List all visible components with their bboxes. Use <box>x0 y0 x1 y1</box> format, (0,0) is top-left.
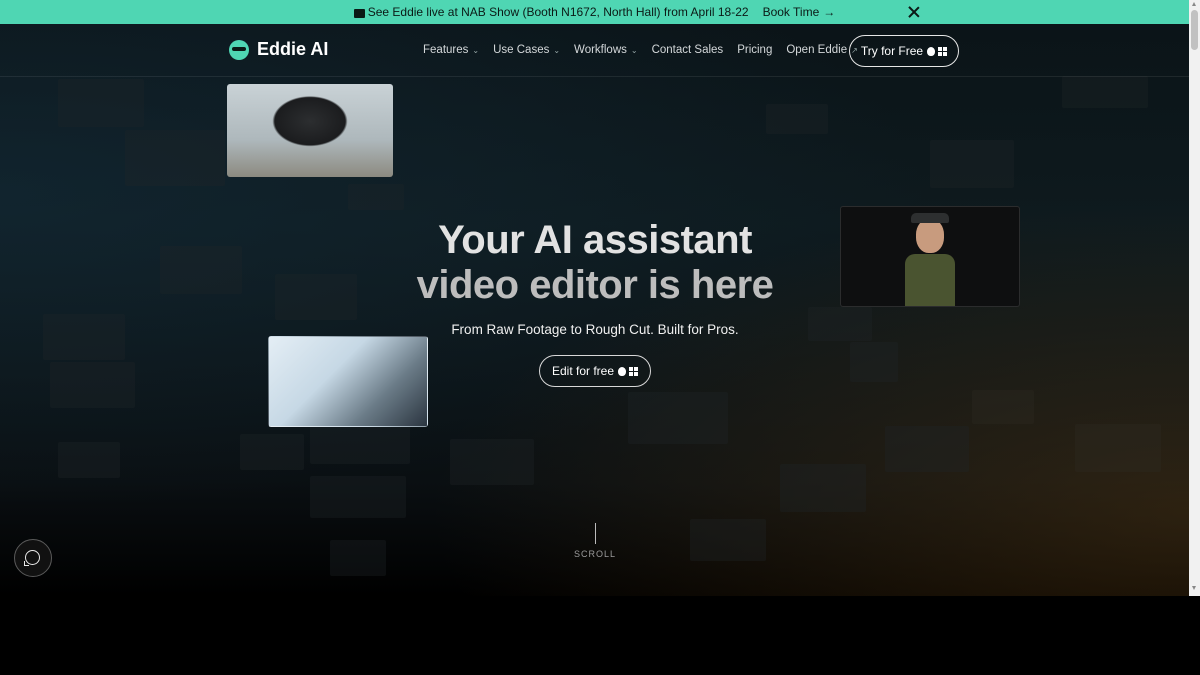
background-video-tile <box>58 79 144 127</box>
chat-button[interactable] <box>14 539 52 577</box>
nav-item-label: Open Eddie <box>786 44 848 56</box>
background-video-tile <box>780 464 866 512</box>
nav-item-use-cases[interactable]: Use Cases ⌄ <box>493 44 560 56</box>
background-video-tile <box>310 476 406 518</box>
hero-title-line-2: video editor is here <box>416 263 774 307</box>
chat-bubble-tail <box>24 561 29 566</box>
platform-icons <box>927 46 948 56</box>
top-navigation: Eddie AI Features ⌄ Use Cases ⌄ Workflow… <box>0 24 1189 77</box>
person-body <box>905 254 955 306</box>
book-time-label: Book Time <box>762 5 820 19</box>
nav-item-open-eddie[interactable]: Open Eddie ↗ <box>786 44 857 56</box>
try-for-free-button[interactable]: Try for Free <box>849 35 959 67</box>
background-video-tile <box>1062 76 1148 108</box>
clapperboard-icon <box>353 8 365 18</box>
background-video-tile <box>348 184 404 210</box>
background-video-tile <box>50 362 135 408</box>
brand-name: Eddie AI <box>257 39 329 59</box>
background-video-tile <box>240 434 304 470</box>
hero-subtitle: From Raw Footage to Rough Cut. Built for… <box>451 322 739 337</box>
scrollbar-thumb[interactable] <box>1191 10 1198 50</box>
chevron-down-icon: ⌄ <box>553 45 561 55</box>
background-video-tile <box>125 130 225 186</box>
background-video-tile <box>310 424 410 464</box>
hero-background <box>0 24 1189 596</box>
background-video-tile <box>930 140 1014 188</box>
scroll-down-arrow-icon[interactable] <box>1192 586 1196 590</box>
hero-title-line-1: Your AI assistant <box>438 218 752 262</box>
nav-item-features[interactable]: Features ⌄ <box>423 44 479 56</box>
background-video-tile <box>972 390 1034 424</box>
scroll-label: SCROLL <box>573 549 616 559</box>
background-video-tile <box>808 307 872 341</box>
person-hat <box>911 213 949 223</box>
try-for-free-label: Try for Free <box>860 44 924 58</box>
snow-video-thumbnail <box>268 336 428 427</box>
nav-item-label: Workflows <box>574 44 627 56</box>
close-icon[interactable] <box>907 5 921 19</box>
background-video-tile <box>690 519 766 561</box>
banner-text: See Eddie live at NAB Show (Booth N1672,… <box>367 5 749 19</box>
background-video-tile <box>885 426 969 472</box>
background-video-tile <box>628 392 728 444</box>
windows-icon <box>938 46 948 56</box>
nav-item-label: Use Cases <box>493 44 550 56</box>
chevron-down-icon: ⌄ <box>472 45 480 55</box>
windows-icon <box>629 366 639 376</box>
background-video-tile <box>850 342 898 382</box>
background-video-tile <box>43 314 125 360</box>
nav-links: Features ⌄ Use Cases ⌄ Workflows ⌄ Conta… <box>423 44 858 56</box>
brand-logo[interactable]: Eddie AI <box>229 39 328 60</box>
scroll-up-arrow-icon[interactable] <box>1192 2 1196 6</box>
eddie-logo-icon <box>229 39 249 60</box>
nav-item-workflows[interactable]: Workflows ⌄ <box>574 44 638 56</box>
nav-item-contact-sales[interactable]: Contact Sales <box>652 44 724 56</box>
scroll-indicator-line <box>595 523 596 544</box>
nav-item-label: Pricing <box>737 44 773 56</box>
person-head <box>916 219 944 253</box>
page-scrollbar[interactable] <box>1189 0 1200 596</box>
background-video-tile <box>58 442 120 478</box>
platform-icons <box>618 366 639 376</box>
background-video-tile <box>766 104 828 134</box>
nav-item-label: Features <box>423 44 469 56</box>
book-time-link[interactable]: Book Time → <box>763 5 836 19</box>
hero-title: Your AI assistant video editor is here <box>320 218 870 308</box>
background-video-tile <box>330 540 386 576</box>
nav-item-label: Contact Sales <box>651 44 724 56</box>
page-bottom-area <box>0 596 1200 675</box>
background-video-tile <box>160 246 242 294</box>
nav-item-pricing[interactable]: Pricing <box>737 44 772 56</box>
chevron-down-icon: ⌄ <box>630 45 638 55</box>
apple-icon <box>618 366 627 376</box>
drone-video-thumbnail <box>227 84 393 177</box>
announcement-banner: See Eddie live at NAB Show (Booth N1672,… <box>0 0 1189 24</box>
edit-for-free-label: Edit for free <box>551 364 615 378</box>
apple-icon <box>927 46 936 56</box>
background-video-tile <box>1075 424 1161 472</box>
edit-for-free-button[interactable]: Edit for free <box>539 355 651 387</box>
arrow-right-icon: → <box>823 5 836 19</box>
background-video-tile <box>450 439 534 485</box>
